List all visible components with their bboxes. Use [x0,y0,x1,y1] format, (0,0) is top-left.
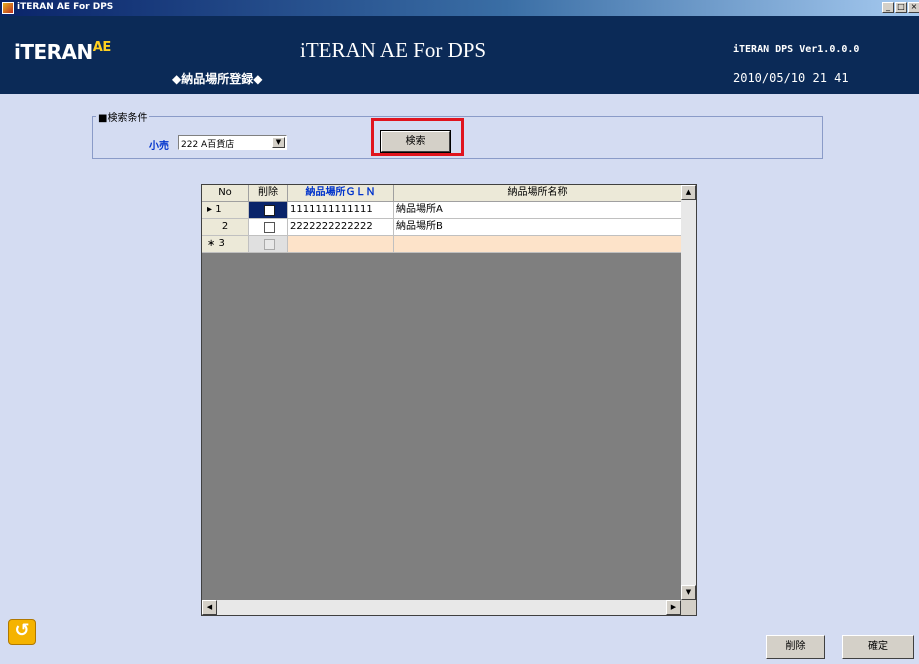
column-header-gln[interactable]: 納品場所ＧＬＮ [288,185,394,202]
delete-checkbox-cell[interactable] [249,202,288,219]
back-arrow-icon: ↺ [14,620,30,641]
delete-checkbox-cell[interactable] [249,236,288,253]
new-table-row[interactable]: ∗ 3 [202,236,682,253]
retail-select[interactable]: 222 A百貨店 ▼ [178,135,287,150]
column-header-name[interactable]: 納品場所名称 [394,185,682,202]
table-row[interactable]: ▸ 1 1111111111111 納品場所A [202,202,682,219]
name-cell[interactable]: 納品場所B [394,219,682,236]
column-header-no[interactable]: No [202,185,249,202]
version-label: iTERAN DPS Ver1.0.0.0 [733,44,860,55]
window-title: iTERAN AE For DPS [17,2,114,12]
logo-ae-text: AE [92,40,111,55]
screen-title: ◆納品場所登録◆ [172,72,263,86]
name-cell[interactable] [394,236,682,253]
app-title: iTERAN AE For DPS [300,38,487,62]
retail-select-value: 222 A百貨店 [181,140,235,150]
back-button[interactable]: ↺ [8,619,36,645]
row-number[interactable]: ▸ 1 [202,202,249,219]
iteran-logo: iTERANAE [14,40,111,64]
delete-checkbox-cell[interactable] [249,219,288,236]
search-button[interactable]: 検索 [380,130,451,153]
confirm-button[interactable]: 確定 [842,635,914,659]
horizontal-scrollbar[interactable]: ◀ ▶ [202,600,681,615]
scroll-down-icon[interactable]: ▼ [681,585,696,600]
search-conditions-label: ■検索条件 [96,109,150,124]
delete-checkbox[interactable] [264,239,275,250]
window-title-bar: iTERAN AE For DPS _ □ × [0,0,919,16]
delete-button[interactable]: 削除 [766,635,825,659]
column-header-delete[interactable]: 削除 [249,185,288,202]
scroll-up-icon[interactable]: ▲ [681,185,696,200]
gln-cell[interactable]: 1111111111111 [288,202,394,219]
maximize-button[interactable]: □ [895,2,907,13]
datetime-label: 2010/05/10 21 41 [733,71,849,85]
app-header: iTERANAE iTERAN AE For DPS ◆納品場所登録◆ iTER… [0,16,919,94]
delete-checkbox[interactable] [264,222,275,233]
table-row[interactable]: 2 2222222222222 納品場所B [202,219,682,236]
name-cell[interactable]: 納品場所A [394,202,682,219]
chevron-down-icon[interactable]: ▼ [272,137,285,148]
delete-checkbox[interactable] [264,205,275,216]
logo-main-text: iTERAN [14,40,93,64]
vertical-scrollbar[interactable]: ▲ ▼ [681,185,696,600]
app-icon [2,2,14,14]
gln-cell[interactable] [288,236,394,253]
gln-cell[interactable]: 2222222222222 [288,219,394,236]
scroll-left-icon[interactable]: ◀ [202,600,217,615]
scroll-right-icon[interactable]: ▶ [666,600,681,615]
delivery-location-grid[interactable]: No 削除 納品場所ＧＬＮ 納品場所名称 ▸ 1 1111111111111 納… [201,184,697,616]
scrollbar-corner [681,600,696,615]
close-button[interactable]: × [908,2,919,13]
row-number[interactable]: 2 [202,219,249,236]
row-number[interactable]: ∗ 3 [202,236,249,253]
minimize-button[interactable]: _ [882,2,894,13]
retail-label: 小売 [149,141,169,152]
